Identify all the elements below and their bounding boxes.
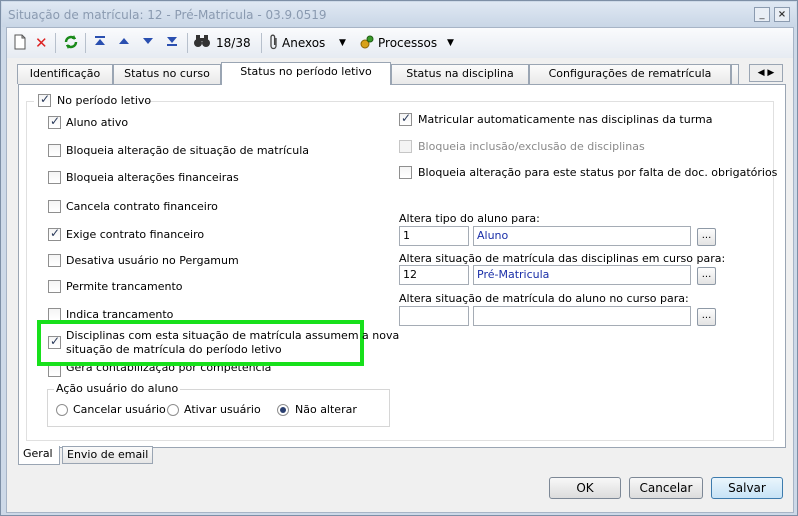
aluno-ativo-label: Aluno ativo (66, 116, 129, 129)
tab-envio-de-email[interactable]: Envio de email (62, 446, 154, 464)
bloqueia-falta-doc-checkbox[interactable] (399, 166, 412, 179)
bloqueia-alteracoes-financeiras-label: Bloqueia alterações financeiras (66, 171, 239, 184)
desativa-pergamum-label: Desativa usuário no Pergamum (66, 254, 239, 267)
cancelar-usuario-label: Cancelar usuário (73, 403, 166, 416)
situacao-disciplinas-code-input[interactable]: 12 (399, 265, 469, 285)
tab-status-na-disciplina[interactable]: Status na disciplina (391, 64, 529, 84)
ativar-usuario-label: Ativar usuário (184, 403, 261, 416)
permite-trancamento-checkbox[interactable] (48, 280, 61, 293)
ok-button[interactable]: OK (549, 477, 621, 499)
permite-trancamento-label: Permite trancamento (66, 280, 183, 293)
ativar-usuario-radio[interactable] (167, 404, 179, 416)
aluno-ativo-checkbox[interactable] (48, 114, 61, 129)
disciplinas-assumem-label-line2: situação de matrícula do período letivo (66, 343, 282, 356)
bloqueia-inclusao-checkbox (399, 140, 412, 153)
previous-record-icon[interactable] (117, 34, 131, 52)
altera-situacao-curso-label: Altera situação de matrícula do aluno no… (399, 292, 689, 305)
bloqueia-inclusao-label: Bloqueia inclusão/exclusão de disciplina… (418, 140, 645, 153)
situacao-curso-lookup-button[interactable]: ... (697, 308, 716, 326)
bloqueia-alteracoes-financeiras-checkbox[interactable] (48, 171, 61, 184)
first-record-icon[interactable] (93, 34, 107, 52)
refresh-icon[interactable] (63, 34, 79, 52)
desativa-pergamum-checkbox[interactable] (48, 254, 61, 267)
close-window-button[interactable]: × (774, 7, 790, 22)
toolbar: ✕ 18/38 Anexos ▼ Processos ▼ (7, 28, 793, 58)
matricular-automaticamente-label: Matricular automaticamente nas disciplin… (418, 113, 713, 126)
cancela-contrato-label: Cancela contrato financeiro (66, 200, 218, 213)
cancelar-usuario-radio[interactable] (56, 404, 68, 416)
altera-tipo-aluno-label: Altera tipo do aluno para: (399, 212, 540, 225)
tab-scroll-arrows[interactable]: ◀ ▶ (749, 64, 783, 82)
new-icon[interactable] (13, 34, 27, 52)
paperclip-icon (269, 34, 279, 52)
anexos-menu[interactable]: Anexos (282, 34, 325, 52)
processos-dropdown-icon[interactable]: ▼ (447, 34, 454, 52)
cancela-contrato-checkbox[interactable] (48, 200, 61, 213)
minimize-button[interactable]: _ (754, 7, 770, 22)
delete-icon[interactable]: ✕ (35, 34, 48, 52)
tab-configuracoes-de-rematricula[interactable]: Configurações de rematrícula (529, 64, 731, 84)
no-periodo-letivo-checkbox[interactable] (38, 92, 51, 107)
exige-contrato-label: Exige contrato financeiro (66, 228, 205, 241)
save-button[interactable]: Salvar (711, 477, 783, 499)
altera-situacao-disciplinas-label: Altera situação de matrícula das discipl… (399, 252, 726, 265)
processos-menu[interactable]: Processos (378, 34, 437, 52)
tipo-aluno-code-input[interactable]: 1 (399, 226, 469, 246)
binoculars-icon[interactable] (193, 34, 211, 52)
cancel-button[interactable]: Cancelar (629, 477, 703, 499)
window-title: Situação de matrícula: 12 - Pré-Matricul… (8, 8, 327, 22)
anexos-dropdown-icon[interactable]: ▼ (339, 34, 346, 52)
no-periodo-letivo-label: No período letivo (57, 94, 152, 107)
title-bar: Situação de matrícula: 12 - Pré-Matricul… (2, 2, 796, 27)
tab-identificacao[interactable]: Identificação (17, 64, 113, 84)
situacao-curso-desc-input[interactable] (473, 306, 691, 326)
tab-status-no-curso[interactable]: Status no curso (113, 64, 221, 84)
exige-contrato-checkbox[interactable] (48, 226, 61, 241)
disciplinas-assumem-label-line1: Disciplinas com esta situação de matrícu… (66, 329, 400, 342)
tab-status-no-periodo-letivo[interactable]: Status no período letivo (221, 62, 391, 85)
processos-icon (359, 34, 375, 52)
bloqueia-alteracao-situacao-checkbox[interactable] (48, 144, 61, 157)
record-counter: 18/38 (216, 36, 251, 50)
disciplinas-assumem-checkbox[interactable] (48, 334, 61, 349)
next-record-icon[interactable] (141, 34, 155, 52)
tab-geral[interactable]: Geral (18, 446, 60, 465)
situacao-disciplinas-lookup-button[interactable]: ... (697, 267, 716, 285)
tipo-aluno-desc-input[interactable]: Aluno (473, 226, 691, 246)
situacao-disciplinas-desc-input[interactable]: Pré-Matricula (473, 265, 691, 285)
bloqueia-falta-doc-label: Bloqueia alteração para este status por … (418, 166, 778, 179)
situacao-curso-code-input[interactable] (399, 306, 469, 326)
tipo-aluno-lookup-button[interactable]: ... (697, 228, 716, 246)
nao-alterar-radio[interactable] (277, 404, 289, 416)
matricular-automaticamente-checkbox[interactable] (399, 111, 412, 126)
nao-alterar-label: Não alterar (295, 403, 357, 416)
bloqueia-alteracao-situacao-label: Bloqueia alteração de situação de matríc… (66, 144, 309, 157)
last-record-icon[interactable] (165, 34, 179, 52)
acao-usuario-label: Ação usuário do aluno (54, 382, 181, 395)
